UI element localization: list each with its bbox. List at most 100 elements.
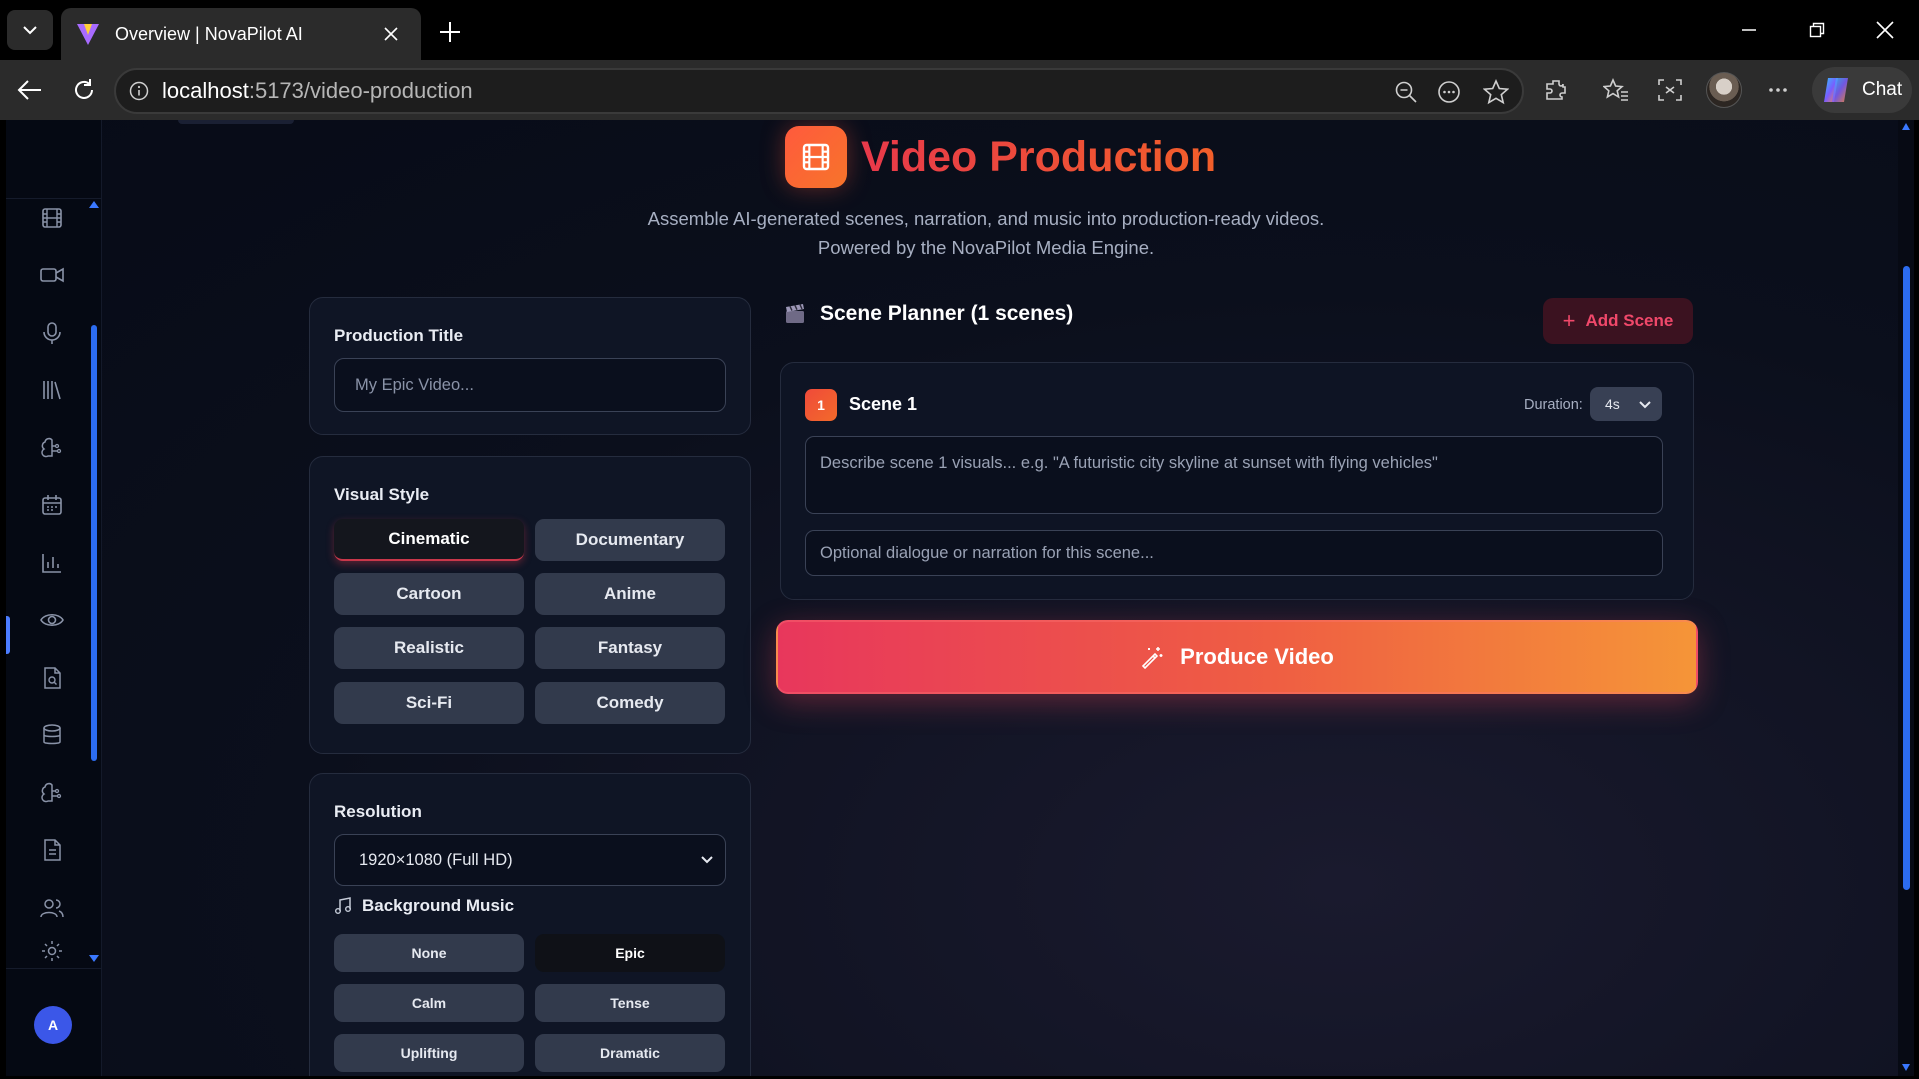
more-menu-button[interactable] <box>1758 70 1798 110</box>
music-option-epic[interactable]: Epic <box>535 934 725 972</box>
scene-description-textarea[interactable]: Describe scene 1 visuals... e.g. "A futu… <box>805 436 1663 514</box>
tab-list-button[interactable] <box>7 10 53 50</box>
style-option-comedy[interactable]: Comedy <box>535 682 725 724</box>
music-option-tense[interactable]: Tense <box>535 984 725 1022</box>
style-option-cinematic[interactable]: Cinematic <box>334 519 524 561</box>
back-button[interactable] <box>10 70 50 110</box>
scene-dialogue-input[interactable]: Optional dialogue or narration for this … <box>805 530 1663 576</box>
page-title: Video Production <box>861 132 1217 181</box>
sidebar-item-voice[interactable] <box>28 309 76 357</box>
tab-close-icon[interactable] <box>379 22 403 46</box>
profile-button[interactable] <box>1704 70 1744 110</box>
sidebar-item-vision[interactable] <box>28 596 76 644</box>
scroll-down-icon[interactable] <box>88 953 100 963</box>
style-option-cartoon[interactable]: Cartoon <box>334 573 524 615</box>
profile-avatar-icon <box>1706 72 1742 108</box>
copilot-icon <box>1824 78 1848 102</box>
duration-select[interactable]: 4s <box>1590 387 1662 421</box>
style-option-fantasy[interactable]: Fantasy <box>535 627 725 669</box>
minimize-icon <box>1742 29 1756 31</box>
zoom-out-icon[interactable] <box>1386 72 1426 112</box>
add-scene-button[interactable]: + Add Scene <box>1543 298 1693 344</box>
scroll-up-icon[interactable] <box>1901 122 1911 132</box>
sidebar-item-video[interactable] <box>28 251 76 299</box>
visual-style-card: Visual Style Cinematic Documentary Carto… <box>309 456 751 754</box>
sidebar-item-settings[interactable] <box>28 936 76 966</box>
close-window-button[interactable] <box>1862 10 1908 50</box>
library-icon <box>43 381 61 400</box>
sidebar-item-calendar[interactable] <box>28 481 76 529</box>
production-title-label: Production Title <box>334 326 464 345</box>
sidebar: A <box>6 120 102 1076</box>
settings-icon <box>42 941 62 961</box>
page-title-row: Video Production <box>785 125 1216 189</box>
production-title-input[interactable]: My Epic Video... <box>334 358 726 412</box>
sidebar-item-ai-2[interactable] <box>28 769 76 817</box>
style-option-anime[interactable]: Anime <box>535 573 725 615</box>
duration-label: Duration: <box>1524 397 1583 413</box>
background-music-label: Background Music <box>362 896 515 915</box>
scene-planner-title: Scene Planner (1 scenes) <box>820 302 1074 325</box>
music-option-dramatic[interactable]: Dramatic <box>535 1034 725 1072</box>
minimize-button[interactable] <box>1726 10 1772 50</box>
chat-label: Chat <box>1862 79 1903 100</box>
calendar-icon <box>42 495 62 515</box>
film-icon <box>785 126 847 188</box>
page-subtitle: Assemble AI-generated scenes, narration,… <box>647 208 1325 258</box>
screenshot-button[interactable] <box>1650 70 1690 110</box>
sidebar-bottom-divider <box>6 968 102 969</box>
scene-planner-header: Scene Planner (1 scenes) <box>784 302 1073 326</box>
reload-button[interactable] <box>64 70 104 110</box>
reload-icon <box>75 79 93 99</box>
music-option-none[interactable]: None <box>334 934 524 972</box>
style-option-scifi[interactable]: Sci-Fi <box>334 682 524 724</box>
sidebar-item-documents[interactable] <box>28 826 76 874</box>
close-icon <box>1876 21 1894 39</box>
sidebar-item-database[interactable] <box>28 711 76 759</box>
page-scrollbar-thumb[interactable] <box>1903 266 1910 890</box>
sidebar-item-ai[interactable] <box>28 424 76 472</box>
chart-icon <box>42 554 61 573</box>
resolution-select[interactable]: 1920×1080 (Full HD) <box>334 834 726 886</box>
restore-button[interactable] <box>1794 10 1840 50</box>
document-icon <box>44 839 61 861</box>
music-option-calm[interactable]: Calm <box>334 984 524 1022</box>
favorites-button[interactable] <box>1596 70 1636 110</box>
sidebar-item-film[interactable] <box>28 194 76 242</box>
extensions-button[interactable] <box>1536 70 1576 110</box>
produce-video-button[interactable]: Produce Video <box>776 620 1698 694</box>
address-bar[interactable]: localhost:5173/video-production <box>114 68 1524 114</box>
style-option-realistic[interactable]: Realistic <box>334 627 524 669</box>
sidebar-item-analytics[interactable] <box>28 539 76 587</box>
sidebar-item-file-search[interactable] <box>28 654 76 702</box>
site-info-icon[interactable] <box>116 70 162 112</box>
chevron-down-icon <box>701 856 713 864</box>
favorite-star-icon[interactable] <box>1476 72 1516 112</box>
sidebar-scrollbar-thumb[interactable] <box>91 325 97 761</box>
url-text: localhost:5173/video-production <box>162 78 473 103</box>
back-arrow-icon <box>17 80 41 100</box>
sidebar-item-users[interactable] <box>28 884 76 932</box>
user-avatar[interactable]: A <box>34 1006 72 1044</box>
browser-tab-active[interactable]: Overview | NovaPilot AI <box>61 8 421 60</box>
film-icon <box>42 208 62 228</box>
puzzle-icon <box>1546 80 1566 100</box>
style-option-documentary[interactable]: Documentary <box>535 519 725 561</box>
production-title-card: Production Title My Epic Video... <box>309 297 751 435</box>
browser-toolbar: localhost:5173/video-production Chat <box>0 60 1919 120</box>
restore-icon <box>1809 22 1825 38</box>
eye-icon <box>40 613 64 627</box>
mic-icon <box>43 322 61 344</box>
new-tab-button[interactable] <box>432 14 468 50</box>
music-option-uplifting[interactable]: Uplifting <box>334 1034 524 1072</box>
scroll-down-icon[interactable] <box>1901 1062 1911 1072</box>
sidebar-item-library[interactable] <box>28 366 76 414</box>
copilot-chat-button[interactable]: Chat <box>1812 67 1912 113</box>
produce-video-label: Produce Video <box>1180 644 1334 669</box>
tab-title: Overview | NovaPilot AI <box>115 23 303 44</box>
more-dots-icon <box>1769 88 1787 92</box>
read-aloud-icon[interactable] <box>1429 72 1469 112</box>
chevron-down-icon <box>1639 401 1651 409</box>
scroll-up-icon[interactable] <box>88 200 100 210</box>
browser-tab-bar: Overview | NovaPilot AI <box>0 0 1919 60</box>
